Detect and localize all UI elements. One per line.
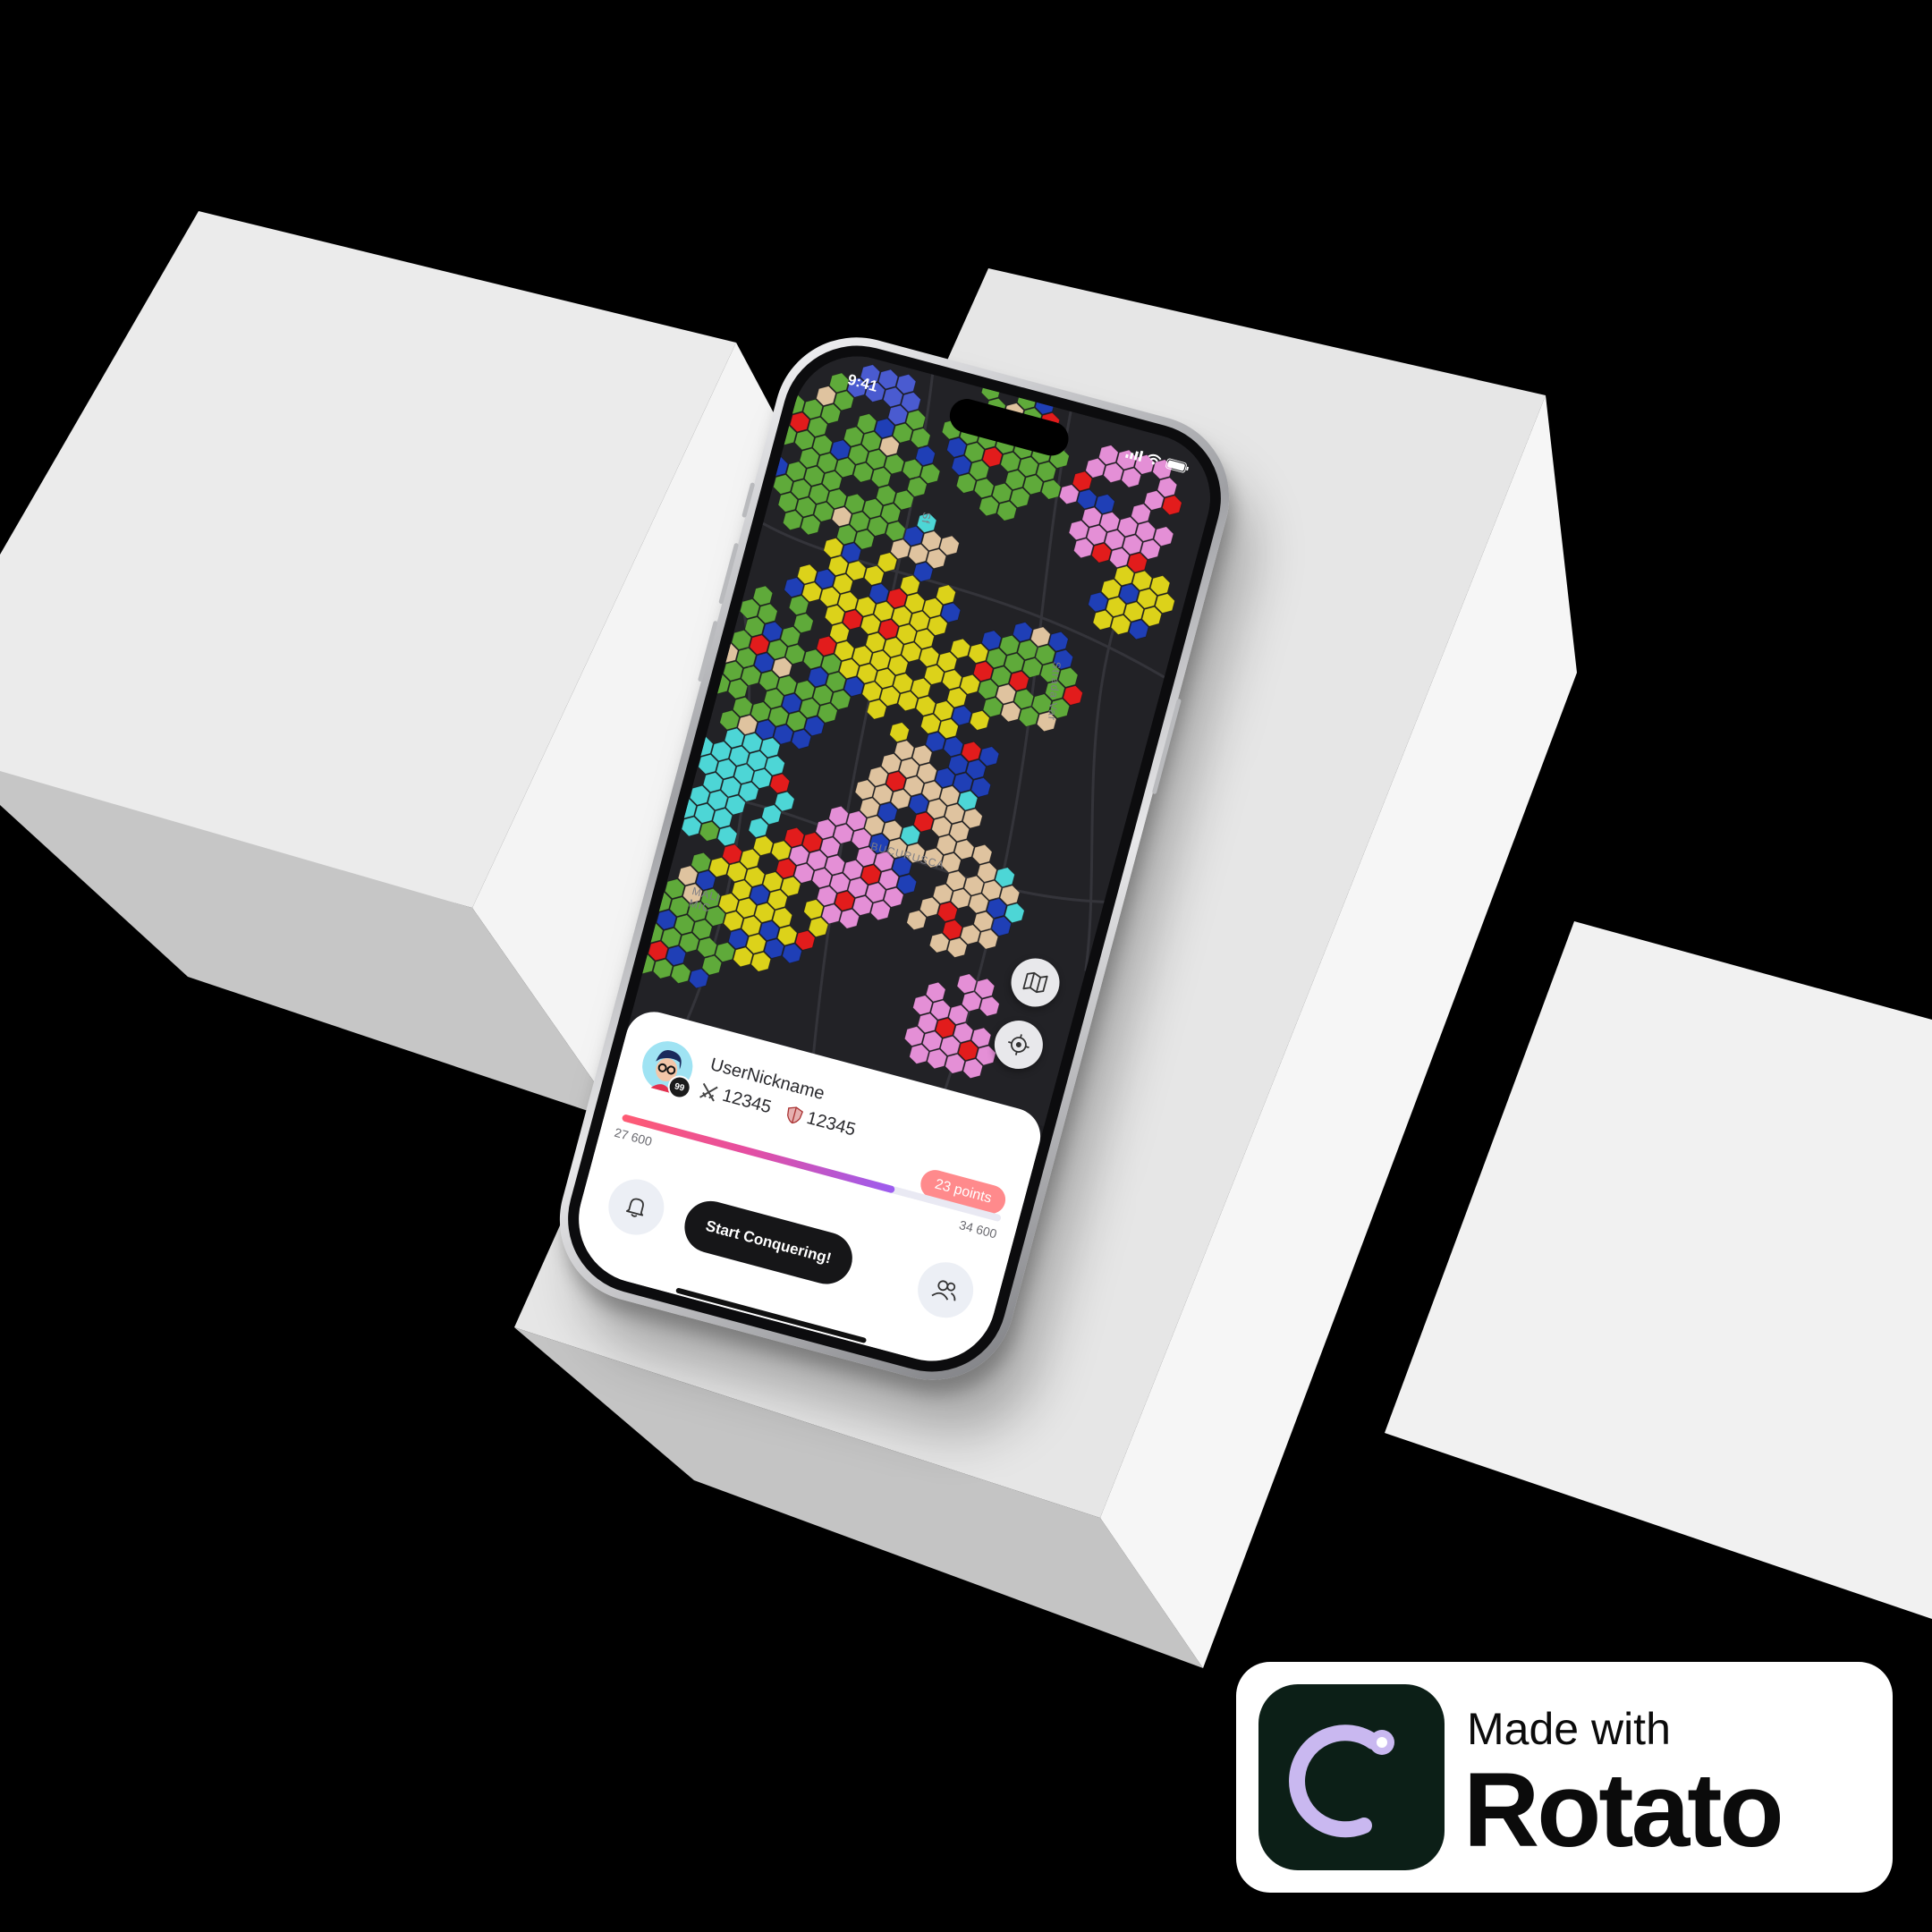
xp-range-min: 27 600	[613, 1124, 654, 1149]
friends-icon	[931, 1280, 956, 1301]
right-slab	[1385, 921, 1932, 1619]
bell-icon	[625, 1198, 644, 1217]
map-street-label: Sf	[919, 511, 934, 525]
notifications-button[interactable]	[602, 1173, 671, 1241]
rotato-logo-icon	[1258, 1684, 1445, 1870]
map-icon	[1022, 971, 1048, 994]
rotato-logo-mark	[1289, 1724, 1394, 1838]
shield-icon	[786, 1106, 803, 1123]
defense-count: 12345	[804, 1107, 858, 1140]
watermark-line1: Made with	[1467, 1704, 1671, 1754]
start-conquering-button[interactable]: Start Conquering!	[678, 1195, 859, 1291]
attack-count: 12345	[720, 1085, 774, 1118]
watermark-line2: Rotato	[1463, 1751, 1784, 1869]
xp-range-max: 34 600	[957, 1217, 999, 1241]
locate-icon	[1008, 1034, 1030, 1055]
made-with-rotato-badge[interactable]: Made with Rotato	[1236, 1662, 1893, 1893]
friends-button[interactable]	[911, 1256, 980, 1325]
swords-icon	[699, 1082, 718, 1101]
